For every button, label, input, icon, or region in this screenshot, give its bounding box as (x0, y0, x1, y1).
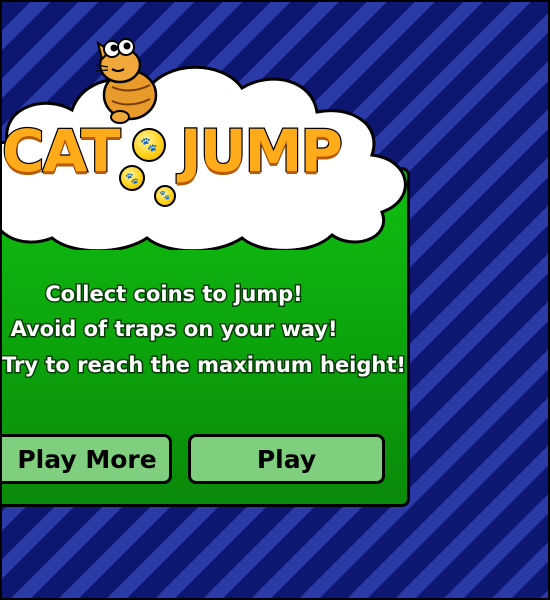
coin-icon: 🐾 (154, 185, 176, 207)
title-cat: CAT (2, 116, 122, 187)
coin-icon: 🐾 (119, 165, 145, 191)
play-more-button[interactable]: Play More (2, 434, 172, 484)
instruction-line-1: Collect coins to jump! (44, 281, 305, 308)
instruction-line-3: Try to reach the maximum height! (2, 352, 407, 379)
cat-mascot-icon (95, 38, 158, 124)
paw-coin-icon: 🐾 (132, 128, 166, 162)
title-jump: JUMP (179, 116, 344, 187)
play-button[interactable]: Play (188, 434, 385, 484)
instruction-line-2: Avoid of traps on your way! (9, 316, 339, 343)
game-stage: CAT JUMP 🐾 🐾 🐾 Collect coins to jump! Av… (0, 0, 550, 600)
